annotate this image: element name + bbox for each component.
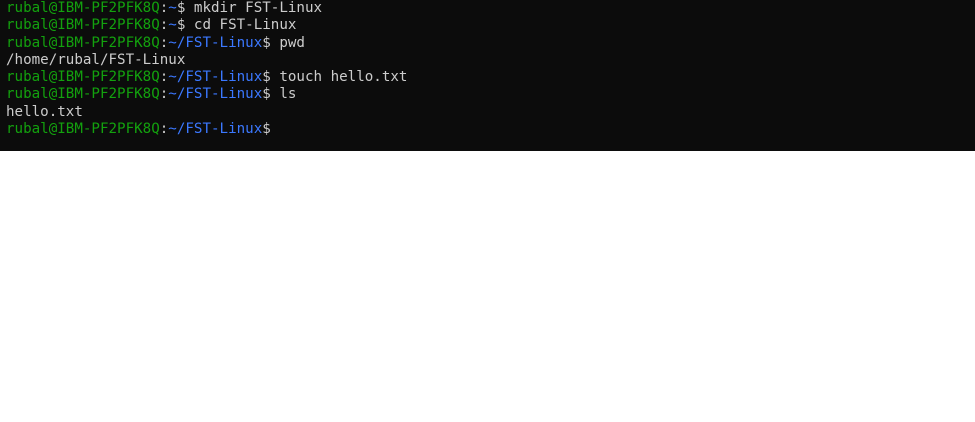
prompt-user-host: rubal@IBM-PF2PFK8Q [6,0,160,16]
prompt-path: ~ [168,17,177,34]
prompt-path: ~/FST-Linux [168,69,263,86]
blank-area [0,151,975,422]
prompt-user-host: rubal@IBM-PF2PFK8Q [6,121,160,138]
terminal-output-line: hello.txt [6,103,83,120]
prompt-colon: : [159,86,169,103]
prompt-colon: : [159,69,169,86]
prompt-path: ~ [168,0,177,16]
prompt-dollar: $ [262,69,271,86]
prompt-path: ~/FST-Linux [168,34,263,51]
terminal-prompt-line: rubal@IBM-PF2PFK8Q:~/FST-Linux$ touch he… [6,69,975,86]
prompt-command: cd FST-Linux [185,17,297,34]
terminal-output-line: /home/rubal/FST-Linux [6,51,186,68]
terminal-prompt-line: rubal@IBM-PF2PFK8Q:~/FST-Linux$ ls [6,86,975,103]
prompt-colon: : [159,17,169,34]
prompt-user-host: rubal@IBM-PF2PFK8Q [6,86,160,103]
prompt-dollar: $ [262,86,271,103]
prompt-command: touch hello.txt [270,69,408,86]
prompt-path: ~/FST-Linux [168,121,263,138]
prompt-colon: : [159,0,169,16]
prompt-path: ~/FST-Linux [168,86,263,103]
terminal-prompt-line: rubal@IBM-PF2PFK8Q:~$ cd FST-Linux [6,17,975,34]
terminal-window[interactable]: rubal@IBM-PF2PFK8Q:~$ mkdir FST-Linux ru… [0,0,975,151]
prompt-user-host: rubal@IBM-PF2PFK8Q [6,17,160,34]
prompt-colon: : [159,34,169,51]
terminal-prompt-line: rubal@IBM-PF2PFK8Q:~/FST-Linux$ pwd [6,35,975,52]
prompt-user-host: rubal@IBM-PF2PFK8Q [6,69,160,86]
terminal-prompt-line: rubal@IBM-PF2PFK8Q:~$ mkdir FST-Linux [6,0,975,17]
prompt-command: mkdir FST-Linux [185,0,323,16]
terminal-current-prompt[interactable]: rubal@IBM-PF2PFK8Q:~/FST-Linux$ [6,121,975,138]
prompt-user-host: rubal@IBM-PF2PFK8Q [6,34,160,51]
prompt-dollar: $ [262,121,271,138]
prompt-command: pwd [270,34,305,51]
prompt-command: ls [270,86,297,103]
prompt-dollar: $ [262,34,271,51]
prompt-colon: : [159,121,169,138]
